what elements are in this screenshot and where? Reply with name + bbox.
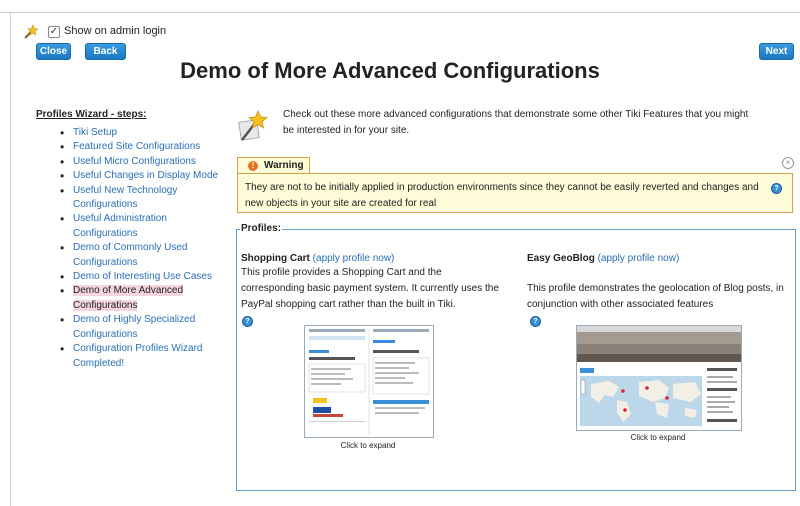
easy-geoblog-caption: Click to expand	[630, 433, 686, 442]
warning-text: They are not to be initially applied in …	[245, 182, 759, 209]
help-icon[interactable]: ?	[771, 183, 782, 194]
step-item[interactable]: Useful Administration Configurations	[60, 212, 220, 241]
window-top-border	[0, 0, 800, 13]
shopping-cart-title: Shopping Cart (apply profile now)	[241, 253, 394, 264]
easy-geoblog-title: Easy GeoBlog (apply profile now)	[527, 253, 679, 264]
step-item[interactable]: Featured Site Configurations	[60, 140, 220, 154]
step-item[interactable]: Tiki Setup	[60, 126, 220, 140]
help-icon[interactable]: ?	[530, 316, 541, 327]
help-icon[interactable]: ?	[242, 316, 253, 327]
steps-list: Tiki Setup Featured Site Configurations …	[60, 126, 220, 371]
magic-wand-icon	[238, 109, 268, 141]
easy-geoblog-screenshot[interactable]	[576, 325, 742, 431]
warning-icon: !	[248, 161, 258, 171]
shopping-cart-screenshot[interactable]	[304, 325, 434, 438]
step-item[interactable]: Useful New Technology Configurations	[60, 184, 220, 213]
step-item[interactable]: Useful Changes in Display Mode	[60, 169, 220, 183]
intro-text: Check out these more advanced configurat…	[283, 109, 749, 136]
step-item[interactable]: Useful Micro Configurations	[60, 155, 220, 169]
close-icon[interactable]: ×	[782, 157, 794, 169]
magic-wand-icon	[24, 24, 38, 39]
warning-header: ! Warning	[237, 157, 310, 174]
step-item[interactable]: Demo of Interesting Use Cases	[60, 270, 220, 284]
step-item[interactable]: Demo of Commonly Used Configurations	[60, 241, 220, 270]
easy-geoblog-apply-link[interactable]: (apply profile now)	[598, 253, 680, 264]
show-on-admin-login-label: Show on admin login	[64, 25, 167, 37]
window-left-border	[10, 12, 11, 506]
easy-geoblog-description: This profile demonstrates the geolocatio…	[527, 283, 784, 310]
page-title: Demo of More Advanced Configurations	[180, 58, 600, 83]
easy-geoblog-name: Easy GeoBlog	[527, 253, 595, 264]
shopping-cart-apply-link[interactable]: (apply profile now)	[313, 253, 395, 264]
shopping-cart-name: Shopping Cart	[241, 253, 310, 264]
shopping-cart-caption: Click to expand	[340, 441, 396, 450]
step-item-current[interactable]: Demo of More Advanced Configurations	[60, 284, 220, 313]
step-item[interactable]: Configuration Profiles Wizard Completed!	[60, 342, 220, 371]
shopping-cart-description: This profile provides a Shopping Cart an…	[241, 267, 499, 310]
profiles-legend: Profiles:	[240, 223, 283, 234]
steps-heading: Profiles Wizard - steps:	[36, 109, 147, 120]
warning-title: Warning	[264, 160, 304, 171]
show-on-admin-login-checkbox[interactable]: ✓	[48, 26, 60, 38]
step-item[interactable]: Demo of Highly Specialized Configuration…	[60, 313, 220, 342]
warning-box: They are not to be initially applied in …	[237, 173, 793, 213]
